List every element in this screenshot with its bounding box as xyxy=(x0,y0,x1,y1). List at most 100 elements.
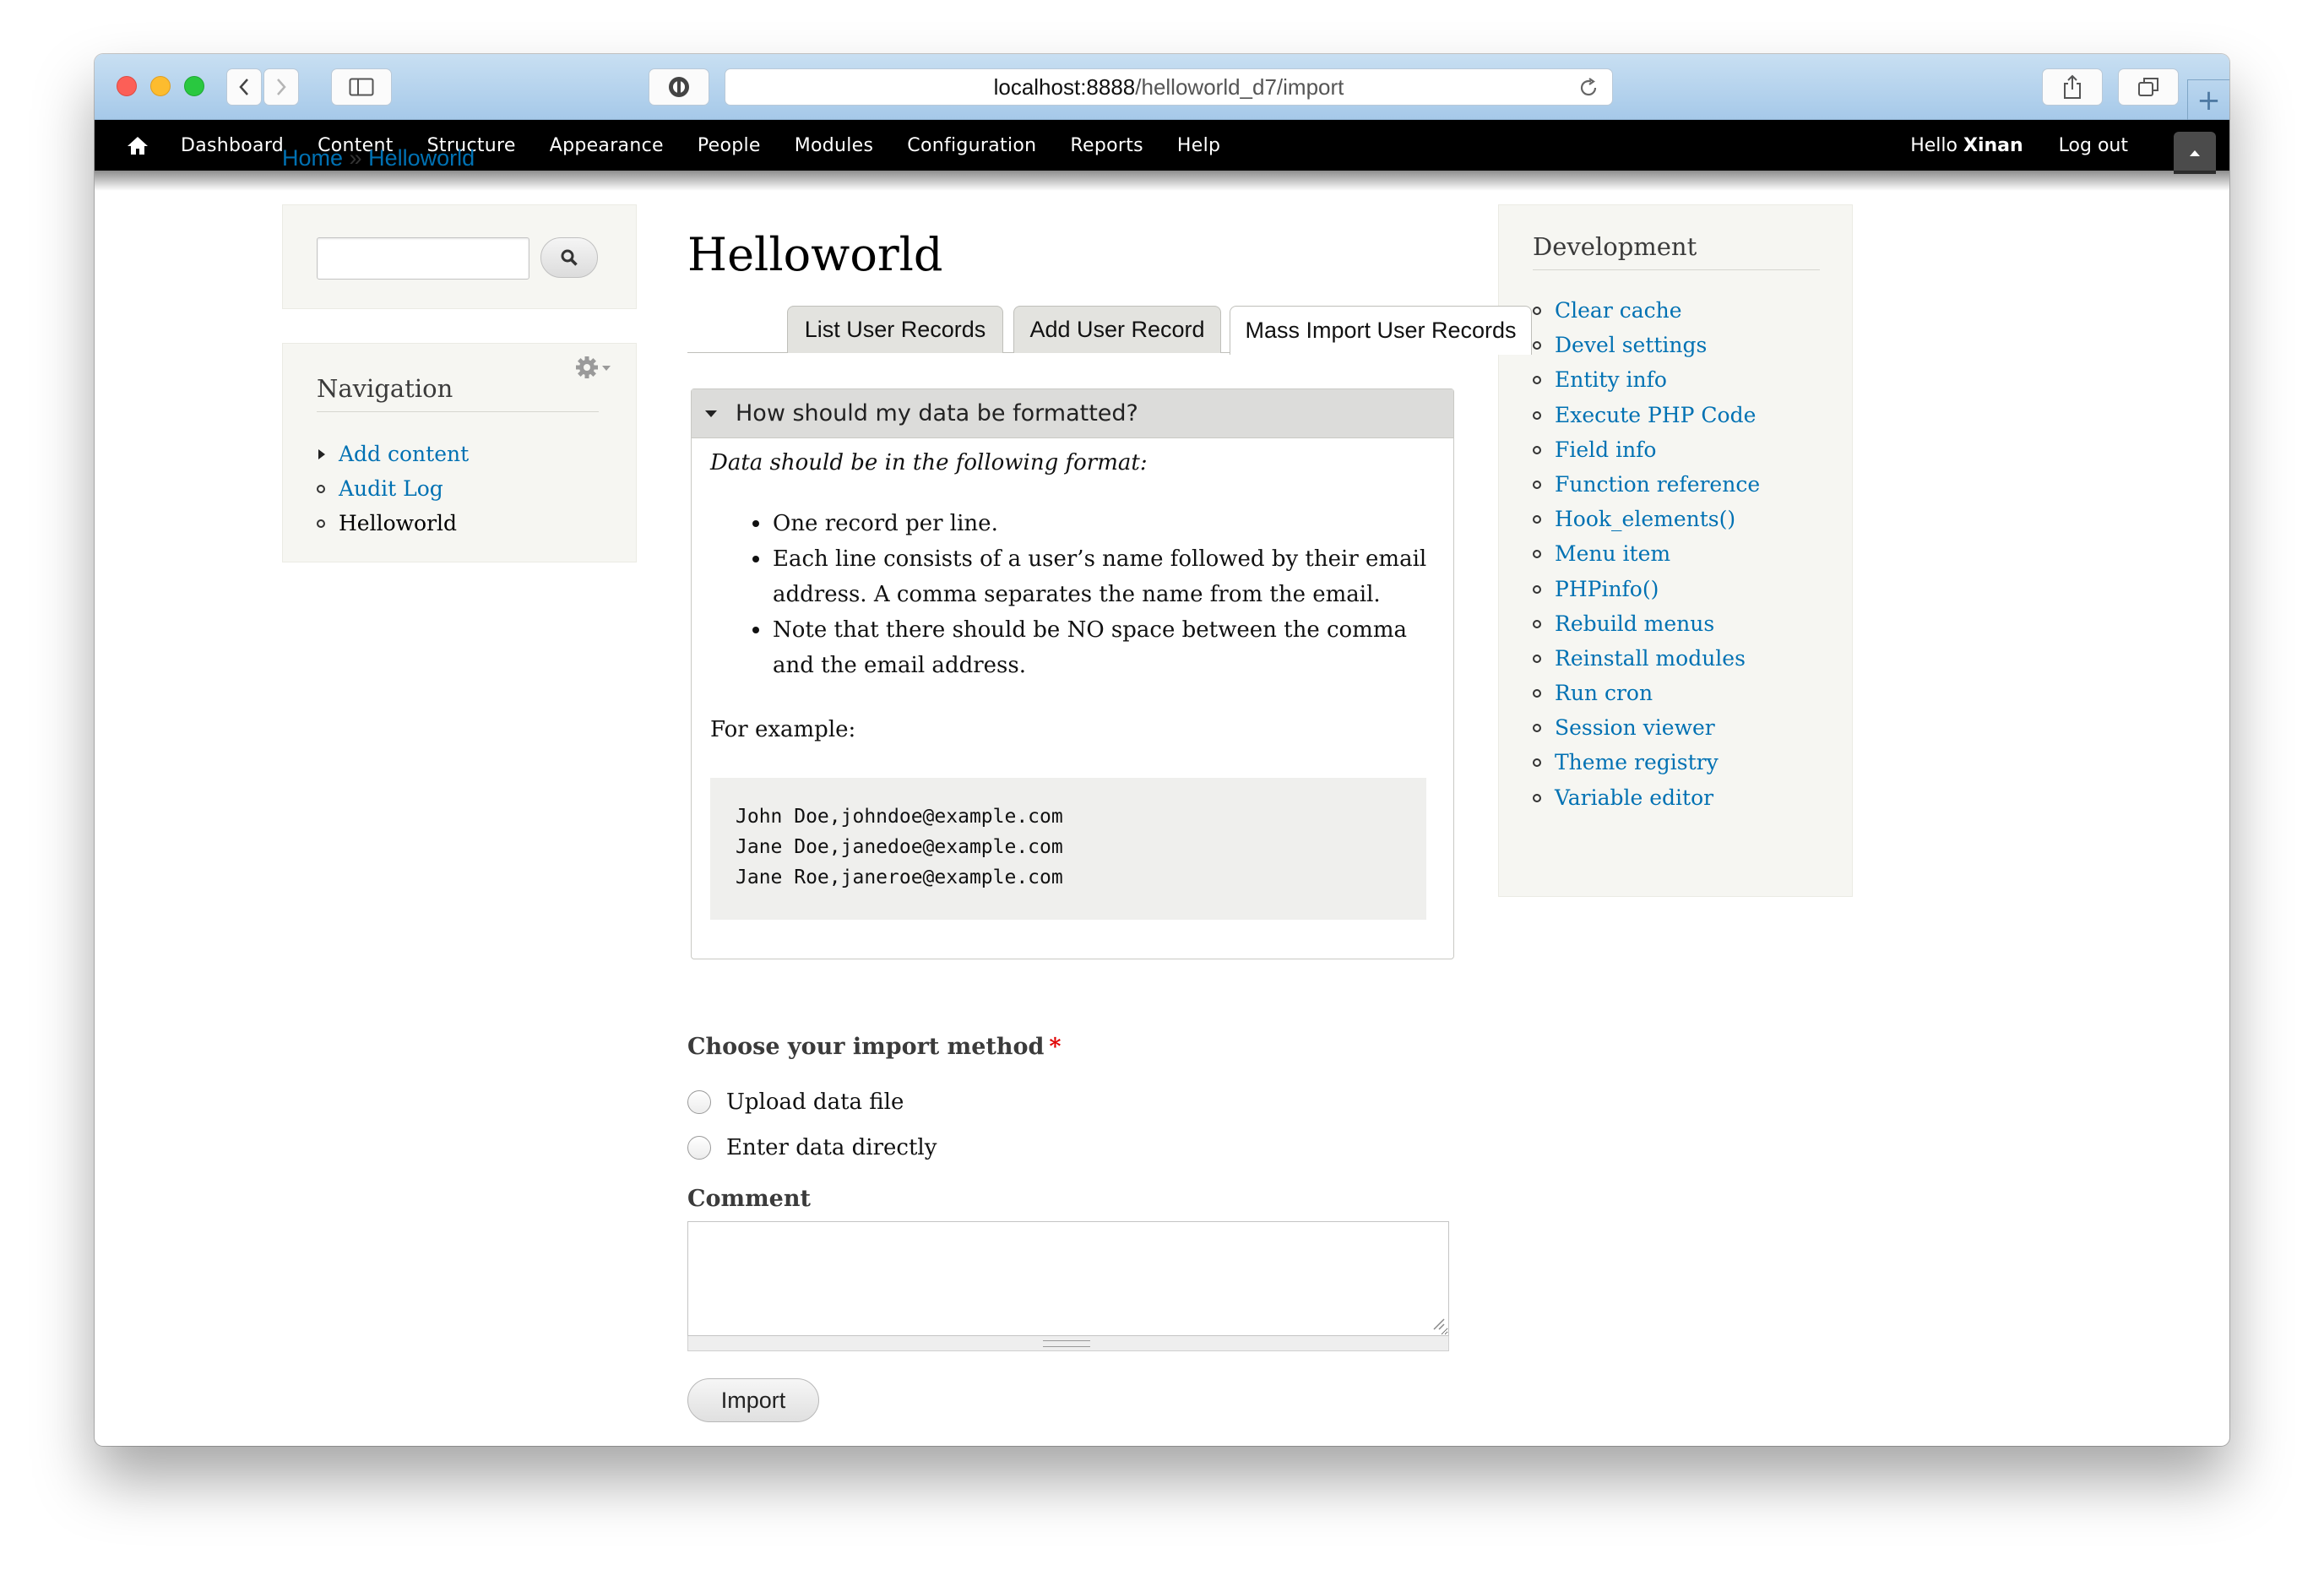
admin-menu-configuration[interactable]: Configuration xyxy=(907,135,1036,156)
reload-icon[interactable] xyxy=(1577,76,1600,100)
dev-item[interactable]: Clear cache xyxy=(1533,293,1760,328)
dev-item[interactable]: Reinstall modules xyxy=(1533,641,1760,676)
bullet-icon xyxy=(1533,689,1541,698)
new-tab-button[interactable]: + xyxy=(2187,79,2229,120)
zoom-window-button[interactable] xyxy=(184,76,204,96)
radio-button[interactable] xyxy=(687,1090,711,1114)
nav-item-label[interactable]: Helloworld xyxy=(339,511,457,535)
admin-menu-appearance[interactable]: Appearance xyxy=(550,135,664,156)
admin-menu-dashboard[interactable]: Dashboard xyxy=(181,135,284,156)
search-button[interactable] xyxy=(540,237,598,278)
dev-item-label[interactable]: Clear cache xyxy=(1555,298,1682,323)
radio-button[interactable] xyxy=(687,1136,711,1160)
tab-add-user-record[interactable]: Add User Record xyxy=(1013,306,1221,353)
nav-item-helloworld[interactable]: Helloworld xyxy=(317,506,469,541)
dev-item-label[interactable]: Run cron xyxy=(1555,681,1653,705)
close-window-button[interactable] xyxy=(117,76,137,96)
dev-item[interactable]: Theme registry xyxy=(1533,745,1760,780)
dev-item[interactable]: Session viewer xyxy=(1533,710,1760,745)
share-button[interactable] xyxy=(2042,68,2103,106)
forward-button[interactable] xyxy=(263,68,299,106)
navigation-list: Add content Audit Log Helloworld xyxy=(317,437,469,541)
resize-corner-icon[interactable] xyxy=(1431,1316,1446,1331)
dev-item[interactable]: Variable editor xyxy=(1533,780,1760,815)
dev-item-label[interactable]: Field info xyxy=(1555,437,1656,462)
bullet-icon xyxy=(1533,376,1541,385)
dev-item-label[interactable]: Entity info xyxy=(1555,367,1667,392)
dev-item-label[interactable]: Theme registry xyxy=(1555,750,1719,774)
back-button[interactable] xyxy=(226,68,262,106)
dev-item[interactable]: Run cron xyxy=(1533,676,1760,710)
dev-item-label[interactable]: Function reference xyxy=(1555,472,1760,497)
comment-label: Comment xyxy=(687,1186,811,1212)
address-bar[interactable]: localhost:8888/helloworld_d7/import xyxy=(725,68,1613,106)
nav-item-audit-log[interactable]: Audit Log xyxy=(317,471,469,506)
comment-textarea[interactable] xyxy=(687,1221,1449,1336)
radio-label[interactable]: Upload data file xyxy=(726,1089,904,1115)
user-greeting[interactable]: Hello Xinan xyxy=(1910,135,2023,156)
breadcrumb-separator: » xyxy=(349,145,362,171)
chevron-left-icon xyxy=(239,79,248,95)
bullet-icon xyxy=(1533,515,1541,524)
format-rules-list: One record per line. Each line consists … xyxy=(752,506,1428,683)
shortcuts-toggle-button[interactable] xyxy=(2174,132,2216,174)
admin-menu-modules[interactable]: Modules xyxy=(795,135,874,156)
dev-item-label[interactable]: Variable editor xyxy=(1555,785,1713,810)
fieldset-legend[interactable]: How should my data be formatted? xyxy=(692,389,1453,438)
dev-item[interactable]: Devel settings xyxy=(1533,328,1760,362)
dev-item[interactable]: Execute PHP Code xyxy=(1533,398,1760,432)
dev-item[interactable]: Rebuild menus xyxy=(1533,606,1760,641)
dev-item[interactable]: PHPinfo() xyxy=(1533,572,1760,606)
bullet-icon xyxy=(1533,584,1541,594)
dev-item[interactable]: Function reference xyxy=(1533,467,1760,502)
breadcrumb-home[interactable]: Home xyxy=(282,145,343,171)
admin-menu-reports[interactable]: Reports xyxy=(1070,135,1143,156)
dev-item[interactable]: Field info xyxy=(1533,432,1760,467)
format-rule: Each line consists of a user’s name foll… xyxy=(752,541,1428,612)
dev-item[interactable]: Entity info xyxy=(1533,362,1760,397)
bullet-icon xyxy=(1533,550,1541,559)
bullet-icon xyxy=(317,485,325,493)
sidebar-icon xyxy=(349,78,374,96)
bullet-icon xyxy=(1533,793,1541,802)
tab-mass-import-user-records[interactable]: Mass Import User Records xyxy=(1230,306,1532,355)
home-icon[interactable] xyxy=(127,135,149,155)
gear-icon[interactable] xyxy=(573,352,617,383)
logout-link[interactable]: Log out xyxy=(2059,135,2128,156)
dev-item-label[interactable]: Menu item xyxy=(1555,541,1670,566)
user-name: Xinan xyxy=(1963,134,2023,156)
radio-upload-data-file[interactable]: Upload data file xyxy=(687,1089,904,1115)
sidebar-toggle-button[interactable] xyxy=(331,68,392,106)
dev-item-label[interactable]: PHPinfo() xyxy=(1555,577,1659,601)
dev-item-label[interactable]: Reinstall modules xyxy=(1555,646,1746,671)
dev-item-label[interactable]: Rebuild menus xyxy=(1555,611,1714,636)
tab-list-user-records[interactable]: List User Records xyxy=(787,306,1003,353)
breadcrumb-current[interactable]: Helloworld xyxy=(368,145,475,171)
format-intro: Data should be in the following format: xyxy=(710,450,1148,475)
nav-item-add-content[interactable]: Add content xyxy=(317,437,469,471)
format-rule: One record per line. xyxy=(752,506,1428,541)
import-method-label: Choose your import method * xyxy=(687,1034,1062,1060)
search-input[interactable] xyxy=(317,237,529,280)
nav-item-label[interactable]: Add content xyxy=(339,442,469,466)
admin-menu-people[interactable]: People xyxy=(698,135,761,156)
dev-item-label[interactable]: Execute PHP Code xyxy=(1555,403,1756,427)
example-code-block: John Doe,johndoe@example.com Jane Doe,ja… xyxy=(710,778,1426,920)
dev-item[interactable]: Hook_elements() xyxy=(1533,502,1760,536)
dev-item-label[interactable]: Hook_elements() xyxy=(1555,507,1735,531)
nav-item-label[interactable]: Audit Log xyxy=(339,476,443,501)
development-list: Clear cache Devel settings Entity info E… xyxy=(1533,293,1760,815)
minimize-window-button[interactable] xyxy=(150,76,171,96)
dev-item-label[interactable]: Session viewer xyxy=(1555,715,1715,740)
dev-item-label[interactable]: Devel settings xyxy=(1555,333,1707,357)
admin-menu-help[interactable]: Help xyxy=(1177,135,1220,156)
radio-label[interactable]: Enter data directly xyxy=(726,1135,937,1160)
dev-item[interactable]: Menu item xyxy=(1533,536,1760,571)
radio-enter-data-directly[interactable]: Enter data directly xyxy=(687,1135,937,1160)
privacy-shield-button[interactable] xyxy=(649,68,709,106)
code-line: Jane Roe,janeroe@example.com xyxy=(736,867,1063,888)
tabs-overview-button[interactable] xyxy=(2118,68,2179,106)
tabs-icon xyxy=(2138,78,2158,96)
textarea-resize-grippie[interactable] xyxy=(687,1336,1449,1351)
import-button[interactable]: Import xyxy=(687,1378,819,1422)
